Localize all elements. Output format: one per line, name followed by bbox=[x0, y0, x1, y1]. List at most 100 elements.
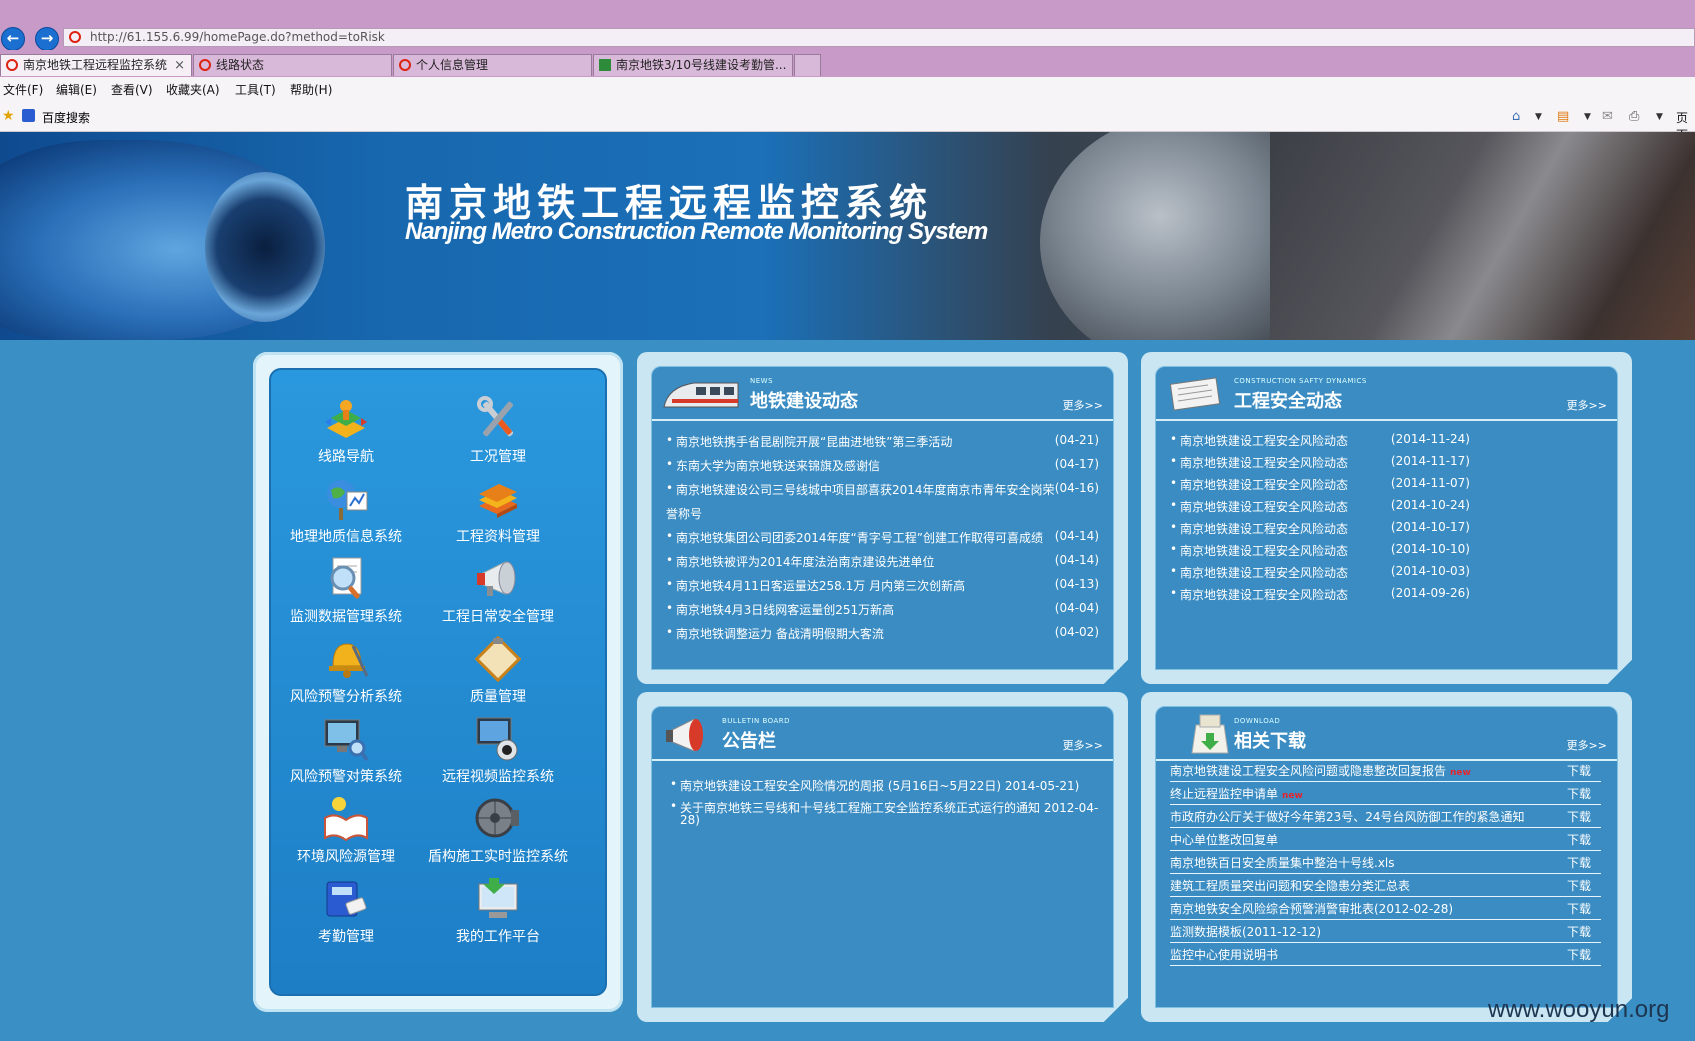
download-row: 市政府办公厅关于做好今年第23号、24号台风防御工作的紧急通知 下载 bbox=[1170, 805, 1601, 828]
safety-title[interactable]: 南京地铁建设工程安全风险动态 bbox=[1180, 476, 1348, 493]
nav-risk-warning-analysis[interactable]: 风险预警分析系统 bbox=[271, 636, 421, 716]
news-date: (04-13) bbox=[1054, 577, 1099, 591]
construction-machine-image bbox=[1270, 132, 1695, 340]
download-link[interactable]: 下载 bbox=[1567, 785, 1591, 802]
nav-my-workspace[interactable]: 我的工作平台 bbox=[423, 876, 573, 956]
tab-label: 个人信息管理 bbox=[416, 58, 489, 72]
safety-title[interactable]: 南京地铁建设工程安全风险动态 bbox=[1180, 498, 1348, 515]
nav-remote-video[interactable]: 远程视频监控系统 bbox=[423, 716, 573, 796]
download-title[interactable]: 南京地铁安全风险综合预警消警审批表(2012-02-28) bbox=[1170, 900, 1453, 917]
panel-header-en: NEWS bbox=[750, 377, 774, 385]
monitor-magnifier-icon bbox=[324, 719, 369, 762]
bulletin-title-continued[interactable]: 28) bbox=[680, 813, 700, 827]
download-link[interactable]: 下载 bbox=[1567, 762, 1591, 779]
route-navigation-icon bbox=[325, 400, 367, 438]
safety-title[interactable]: 南京地铁建设工程安全风险动态 bbox=[1180, 520, 1348, 537]
news-title[interactable]: 南京地铁被评为2014年度法治南京建设先进单位 bbox=[676, 553, 935, 570]
news-title[interactable]: 南京地铁调整运力 备战清明假期大客流 bbox=[676, 625, 884, 642]
megaphone-icon bbox=[666, 718, 703, 752]
news-title[interactable]: 南京地铁建设公司三号线城中项目部喜获2014年度南京市青年安全岗荣 bbox=[676, 481, 1055, 498]
favorites-star-icon[interactable]: ★ bbox=[2, 108, 15, 124]
news-title[interactable]: 南京地铁4月3日线网客运量创251万新高 bbox=[676, 601, 894, 618]
nav-quality[interactable]: 质量管理 bbox=[423, 636, 573, 716]
download-link[interactable]: 下载 bbox=[1567, 877, 1591, 894]
menu-view[interactable]: 查看(V) bbox=[111, 81, 153, 98]
nav-project-docs[interactable]: 工程资料管理 bbox=[423, 476, 573, 556]
download-link[interactable]: 下载 bbox=[1567, 854, 1591, 871]
tab-monitoring-system[interactable]: 南京地铁工程远程监控系统 × bbox=[0, 54, 192, 76]
menu-help[interactable]: 帮助(H) bbox=[290, 81, 332, 98]
safety-title[interactable]: 南京地铁建设工程安全风险动态 bbox=[1180, 564, 1348, 581]
download-link[interactable]: 下载 bbox=[1567, 808, 1591, 825]
bulletin-title[interactable]: 南京地铁建设工程安全风险情况的周报 (5月16日~5月22日) 2014-05-… bbox=[680, 777, 1079, 794]
download-title[interactable]: 监测数据模板(2011-12-12) bbox=[1170, 923, 1321, 940]
download-link[interactable]: 下载 bbox=[1567, 946, 1591, 963]
safety-title[interactable]: 南京地铁建设工程安全风险动态 bbox=[1180, 432, 1348, 449]
download-title[interactable]: 监控中心使用说明书 bbox=[1170, 946, 1278, 963]
new-badge: new bbox=[1450, 768, 1471, 778]
news-title-continued[interactable]: 誉称号 bbox=[666, 505, 702, 522]
nav-geo-info[interactable]: 地理地质信息系统 bbox=[271, 476, 421, 556]
news-title[interactable]: 东南大学为南京地铁送来锦旗及感谢信 bbox=[676, 457, 880, 474]
news-title[interactable]: 南京地铁4月11日客运量达258.1万 月内第三次创新高 bbox=[676, 577, 965, 594]
shield-machine-icon bbox=[475, 798, 519, 838]
new-tab-button[interactable] bbox=[794, 54, 821, 76]
download-link[interactable]: 下载 bbox=[1567, 923, 1591, 940]
rss-icon[interactable]: ▤ bbox=[1557, 109, 1569, 124]
mail-icon[interactable]: ✉ bbox=[1602, 109, 1613, 124]
safety-dynamics-panel: CONSTRUCTION SAFTY DYNAMICS 工程安全动态 更多>> … bbox=[1141, 352, 1632, 684]
safety-date: (2014-11-24) bbox=[1390, 432, 1470, 446]
print-icon[interactable]: ⎙ bbox=[1629, 109, 1639, 124]
new-badge: new bbox=[1282, 791, 1303, 801]
news-date: (04-04) bbox=[1054, 601, 1099, 615]
nav-work-condition[interactable]: 工况管理 bbox=[423, 396, 573, 476]
download-link[interactable]: 下载 bbox=[1567, 900, 1591, 917]
news-title[interactable]: 南京地铁携手省昆剧院开展“昆曲进地铁”第三季活动 bbox=[676, 433, 952, 450]
home-icon[interactable]: ⌂ bbox=[1512, 109, 1520, 124]
menu-edit[interactable]: 编辑(E) bbox=[56, 81, 97, 98]
nav-daily-safety[interactable]: 工程日常安全管理 bbox=[423, 556, 573, 636]
system-nav-grid: 线路导航 工况管理 地理地质信息系统 工程资料管理 监测数据管理系统 工程日常安… bbox=[269, 368, 607, 996]
nav-label: 工程日常安全管理 bbox=[442, 609, 554, 625]
download-title[interactable]: 南京地铁建设工程安全风险问题或隐患整改回复报告 bbox=[1170, 764, 1446, 778]
panel-title: 地铁建设动态 bbox=[750, 391, 858, 412]
forward-button[interactable]: → bbox=[35, 27, 59, 51]
menu-file[interactable]: 文件(F) bbox=[3, 81, 43, 98]
tab-attendance[interactable]: 南京地铁3/10号线建设考勤管... bbox=[593, 54, 793, 76]
download-title[interactable]: 建筑工程质量突出问题和安全隐患分类汇总表 bbox=[1170, 877, 1410, 894]
chevron-down-icon[interactable]: ▼ bbox=[1656, 112, 1663, 122]
more-link[interactable]: 更多>> bbox=[1063, 737, 1103, 753]
tab-personal-info[interactable]: 个人信息管理 bbox=[393, 54, 592, 76]
menu-tools[interactable]: 工具(T) bbox=[235, 81, 276, 98]
more-link[interactable]: 更多>> bbox=[1063, 397, 1103, 413]
safety-title[interactable]: 南京地铁建设工程安全风险动态 bbox=[1180, 542, 1348, 559]
chevron-down-icon[interactable]: ▼ bbox=[1584, 112, 1591, 122]
chevron-down-icon[interactable]: ▼ bbox=[1535, 112, 1542, 122]
safety-title[interactable]: 南京地铁建设工程安全风险动态 bbox=[1180, 454, 1348, 471]
download-title[interactable]: 南京地铁百日安全质量集中整治十号线.xls bbox=[1170, 854, 1395, 871]
tab-line-status[interactable]: 线路状态 bbox=[193, 54, 392, 76]
download-title[interactable]: 市政府办公厅关于做好今年第23号、24号台风防御工作的紧急通知 bbox=[1170, 808, 1525, 825]
panel-header: BULLETIN BOARD 公告栏 更多>> bbox=[652, 707, 1113, 761]
site-favicon-icon bbox=[69, 31, 81, 43]
nav-env-risk[interactable]: 环境风险源管理 bbox=[271, 796, 421, 876]
bulletin-title[interactable]: 关于南京地铁三号线和十号线工程施工安全监控系统正式运行的通知 2012-04- bbox=[680, 799, 1098, 816]
nav-route-navigation[interactable]: 线路导航 bbox=[271, 396, 421, 476]
menu-favorites[interactable]: 收藏夹(A) bbox=[166, 81, 220, 98]
alarm-bell-icon bbox=[329, 643, 369, 678]
back-button[interactable]: ← bbox=[1, 27, 25, 51]
nav-shield-monitor[interactable]: 盾构施工实时监控系统 bbox=[423, 796, 573, 876]
download-title[interactable]: 终止远程监控申请单 bbox=[1170, 787, 1278, 801]
favorite-baidu-search[interactable]: 百度搜索 bbox=[42, 109, 90, 126]
url-field[interactable]: http://61.155.6.99/homePage.do?method=to… bbox=[63, 28, 1695, 47]
download-title[interactable]: 中心单位整改回复单 bbox=[1170, 831, 1278, 848]
more-link[interactable]: 更多>> bbox=[1567, 397, 1607, 413]
nav-attendance[interactable]: 考勤管理 bbox=[271, 876, 421, 956]
download-link[interactable]: 下载 bbox=[1567, 831, 1591, 848]
nav-risk-countermeasure[interactable]: 风险预警对策系统 bbox=[271, 716, 421, 796]
nav-monitoring-data[interactable]: 监测数据管理系统 bbox=[271, 556, 421, 636]
safety-title[interactable]: 南京地铁建设工程安全风险动态 bbox=[1180, 586, 1348, 603]
more-link[interactable]: 更多>> bbox=[1567, 737, 1607, 753]
news-title[interactable]: 南京地铁集团公司团委2014年度“青字号工程”创建工作取得可喜成绩 bbox=[676, 529, 1043, 546]
close-tab-icon[interactable]: × bbox=[174, 55, 185, 76]
